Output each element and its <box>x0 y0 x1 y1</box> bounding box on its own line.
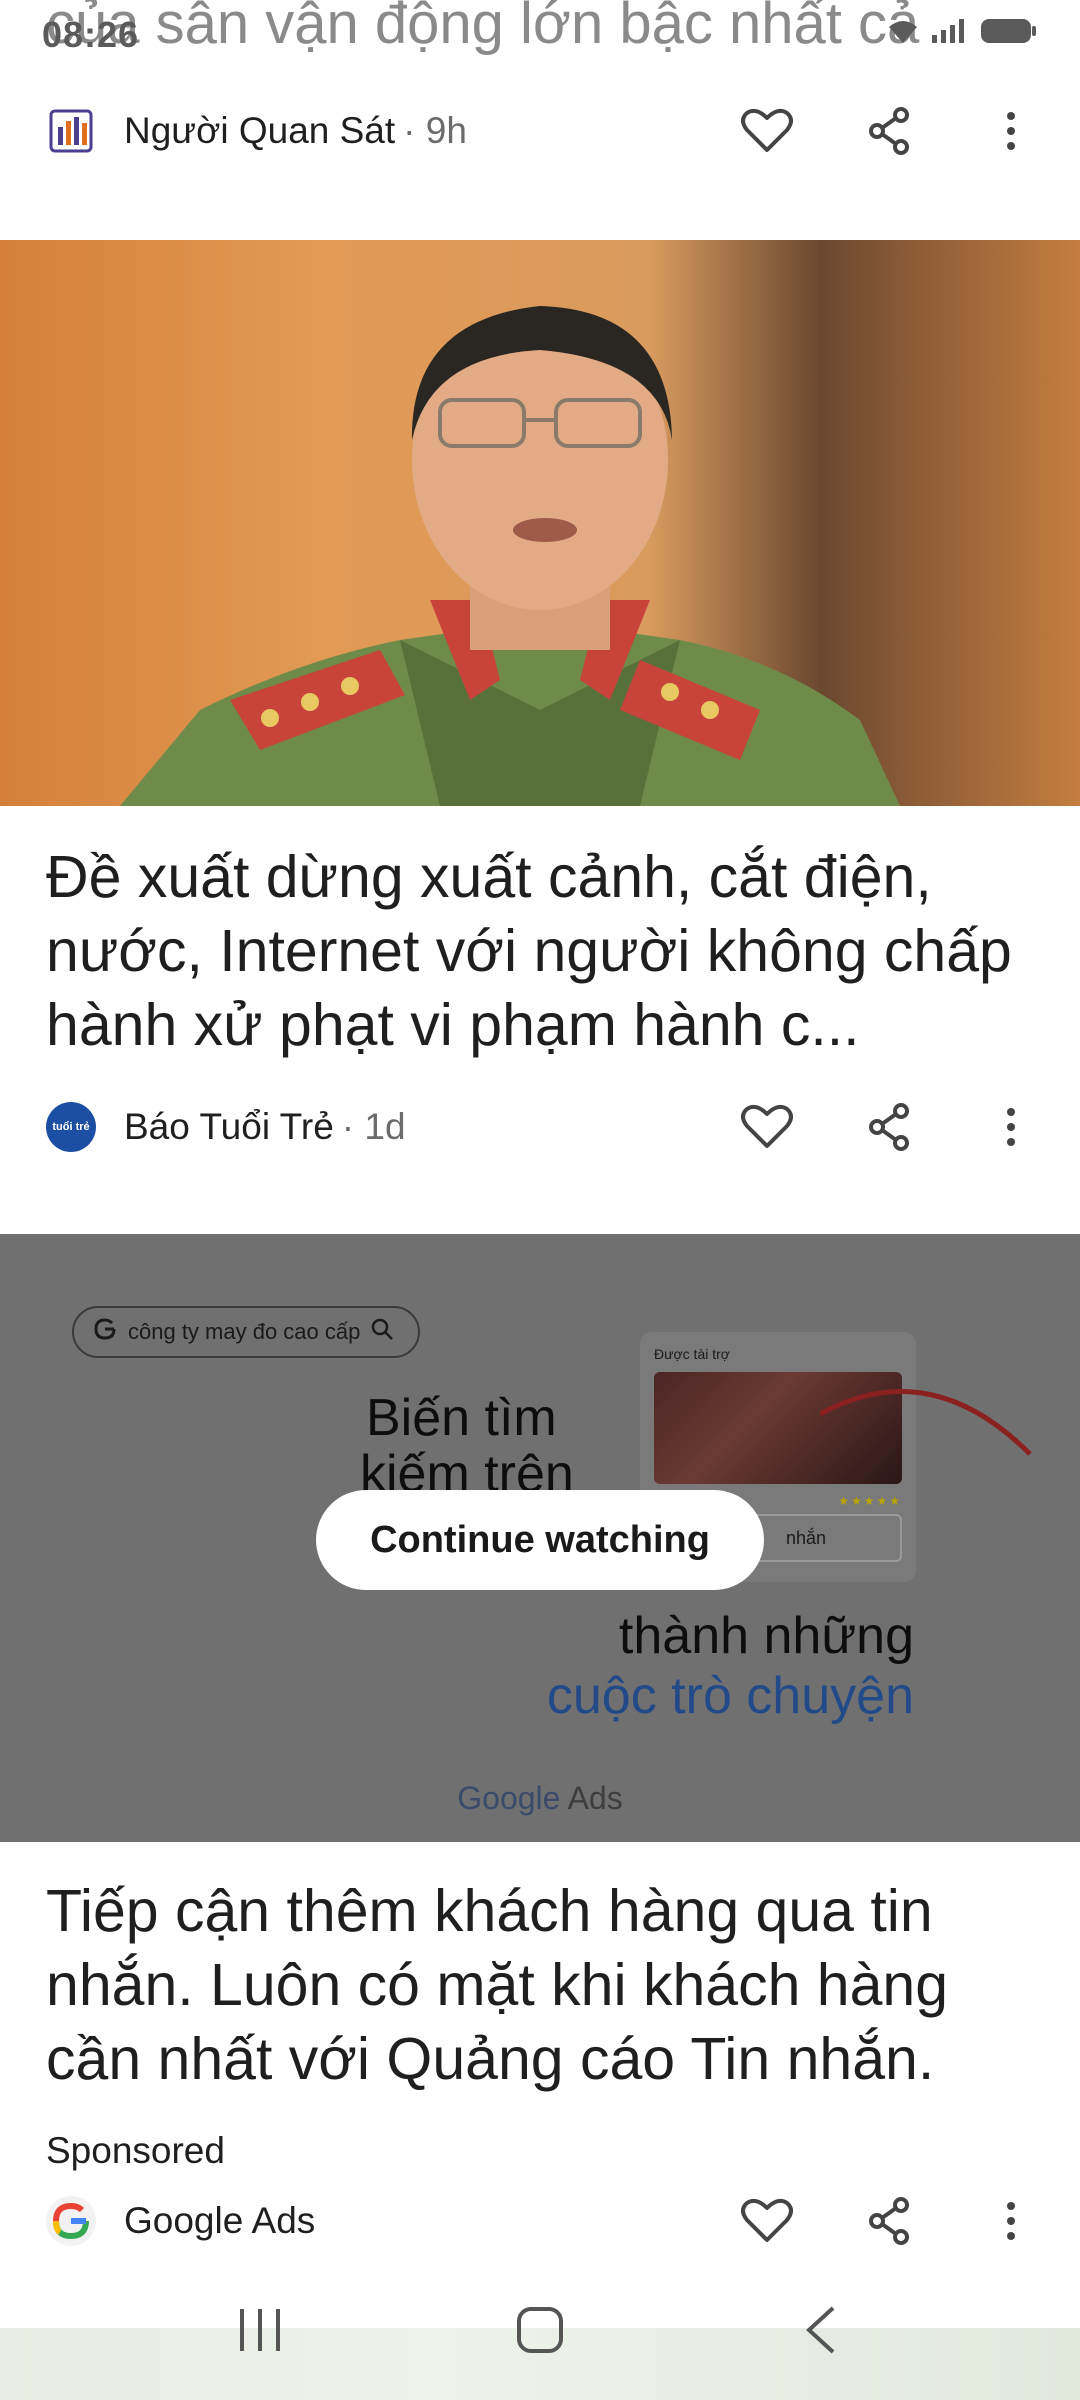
nguoi-quan-sat-logo <box>46 106 96 156</box>
like-button[interactable] <box>732 1092 802 1162</box>
more-options-button[interactable] <box>976 1092 1046 1162</box>
home-icon <box>517 2307 563 2353</box>
more-options-button[interactable] <box>976 2186 1046 2256</box>
like-button[interactable] <box>732 96 802 166</box>
article-headline[interactable]: Đề xuất dừng xuất cảnh, cắt điện, nước, … <box>46 840 1046 1062</box>
source-name: Báo Tuổi Trẻ <box>124 1106 334 1147</box>
share-button[interactable] <box>854 96 924 166</box>
card-actions <box>680 1092 1046 1162</box>
ad-text-bottom: thành những cuộc trò chuyện <box>547 1606 914 1726</box>
ad-search-query: công ty may đo cao cấp <box>128 1319 361 1344</box>
ad-source-row: Google Ads <box>46 2186 1046 2256</box>
article-source-row: tuổi trẻ Báo Tuổi Trẻ · 1d <box>46 1092 1046 1162</box>
article-image[interactable] <box>0 240 1080 806</box>
more-options-button[interactable] <box>976 96 1046 166</box>
sponsored-label: Sponsored <box>46 2130 225 2171</box>
ad-card-field-text: nhắn <box>786 1527 827 1548</box>
source-name: Người Quan Sát <box>124 110 396 151</box>
advertiser-name: Google Ads <box>124 2200 316 2241</box>
more-vert-icon <box>1007 112 1015 150</box>
ad-line-3: thành những <box>618 1607 914 1665</box>
ad-text-top: Biến tìm kiếm trên <box>360 1390 574 1502</box>
ad-line-4: cuộc trò chuyện <box>546 1667 914 1725</box>
google-g-icon <box>92 1316 118 1348</box>
ad-brand-ads: Ads <box>560 1780 623 1816</box>
bao-tuoi-tre-logo: tuổi trẻ <box>46 1102 96 1152</box>
decorative-swoosh-icon <box>820 1389 1032 1456</box>
status-time: 08:26 <box>42 14 140 55</box>
share-icon <box>869 2197 909 2245</box>
search-icon <box>370 1317 394 1347</box>
back-icon <box>806 2306 835 2354</box>
card-actions <box>680 96 1046 166</box>
heart-icon <box>741 108 793 152</box>
ad-brand: Google Ads <box>0 1780 1080 1817</box>
ad-card-label: Được tài trợ <box>654 1346 730 1362</box>
signal-icon <box>930 17 970 53</box>
continue-watching-button[interactable]: Continue watching <box>316 1490 764 1590</box>
recent-apps-button[interactable] <box>215 2290 305 2370</box>
ad-headline[interactable]: Tiếp cận thêm khách hàng qua tin nhắn. L… <box>46 1874 1046 2096</box>
share-button[interactable] <box>854 2186 924 2256</box>
time-ago: · 9h <box>403 110 467 151</box>
google-logo-icon <box>46 2196 96 2246</box>
home-button[interactable] <box>495 2290 585 2370</box>
wifi-icon <box>886 17 920 53</box>
status-bar: 08:26 <box>0 0 1080 70</box>
card-actions <box>680 2186 1046 2256</box>
share-icon <box>869 107 909 155</box>
status-icons <box>886 16 1038 54</box>
heart-icon <box>741 2198 793 2242</box>
ad-video-player[interactable]: công ty may đo cao cấp Biến tìm kiếm trê… <box>0 1234 1080 1842</box>
recent-apps-icon <box>240 2309 280 2351</box>
ad-line-1: Biến tìm <box>366 1389 557 1447</box>
system-navigation-bar <box>0 2290 1080 2370</box>
article-photo-illustration <box>120 306 900 806</box>
like-button[interactable] <box>732 2186 802 2256</box>
more-vert-icon <box>1007 1108 1015 1146</box>
ad-search-pill: công ty may đo cao cấp <box>72 1306 421 1358</box>
top-card-source-row: Người Quan Sát · 9h <box>46 96 1046 166</box>
share-button[interactable] <box>854 1092 924 1162</box>
battery-icon <box>980 16 1038 54</box>
share-icon <box>869 1103 909 1151</box>
back-button[interactable] <box>775 2290 865 2370</box>
ad-brand-google: Google <box>457 1780 561 1816</box>
time-ago: · 1d <box>341 1106 406 1147</box>
tuoi-tre-logo-text: tuổi trẻ <box>52 1121 90 1133</box>
more-vert-icon <box>1007 2202 1015 2240</box>
heart-icon <box>741 1104 793 1148</box>
